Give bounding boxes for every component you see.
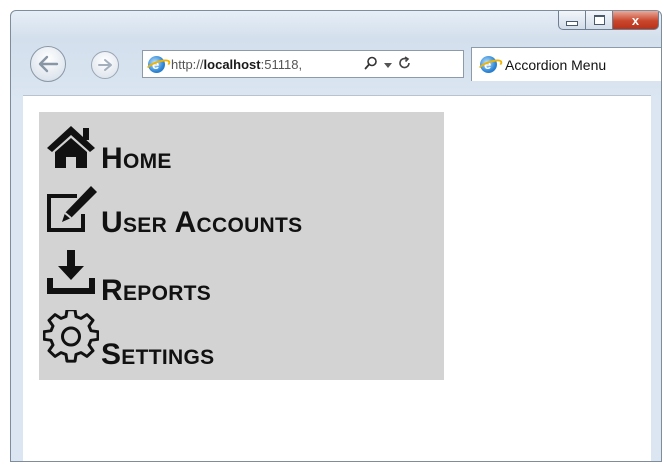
back-button[interactable] <box>30 46 66 82</box>
close-icon: x <box>631 12 640 28</box>
minimize-icon <box>566 20 578 26</box>
address-bar[interactable]: e http://localhost:51118, <box>142 50 464 78</box>
url-rest: :51118, <box>260 56 303 72</box>
menu-item-label: User Accounts <box>101 206 303 239</box>
home-icon <box>47 126 95 168</box>
menu-item-label: Reports <box>101 274 212 307</box>
url-prefix: http:// <box>171 56 204 72</box>
tab-ie-icon: e <box>480 56 497 73</box>
tab-accordion-menu[interactable]: e Accordion Menu <box>471 47 661 81</box>
url-host: localhost <box>203 56 261 72</box>
browser-window: x e http://localhost:51118, e Accordion … <box>10 10 662 462</box>
dropdown-icon[interactable] <box>384 56 392 72</box>
maximize-button[interactable] <box>586 11 613 30</box>
menu-item-settings[interactable]: Settings <box>43 310 441 370</box>
navigation-bar: e http://localhost:51118, e Accordion Me… <box>11 45 661 85</box>
page-viewport: Home User Accounts Reports Settings <box>23 95 651 461</box>
url-input[interactable]: http://localhost:51118, <box>171 57 357 72</box>
gear-icon <box>43 310 99 363</box>
forward-button[interactable] <box>91 51 119 79</box>
maximize-icon <box>593 15 605 25</box>
address-tools <box>361 55 414 73</box>
edit-icon <box>47 186 97 232</box>
menu-item-reports[interactable]: Reports <box>43 248 441 308</box>
back-arrow-icon <box>38 55 59 73</box>
refresh-icon[interactable] <box>398 55 411 73</box>
menu-item-user-accounts[interactable]: User Accounts <box>43 184 441 244</box>
download-icon <box>47 250 95 294</box>
minimize-button[interactable] <box>558 11 586 30</box>
tab-title: Accordion Menu <box>505 56 607 73</box>
menu-item-label: Home <box>101 142 172 175</box>
close-button[interactable]: x <box>613 11 659 30</box>
menu-item-label: Settings <box>101 338 215 371</box>
accordion-menu: Home User Accounts Reports Settings <box>39 112 444 380</box>
menu-item-home[interactable]: Home <box>43 118 441 178</box>
forward-arrow-icon <box>98 59 112 71</box>
search-icon[interactable] <box>364 56 378 73</box>
caption-buttons: x <box>558 11 659 32</box>
ie-page-icon: e <box>148 55 165 73</box>
